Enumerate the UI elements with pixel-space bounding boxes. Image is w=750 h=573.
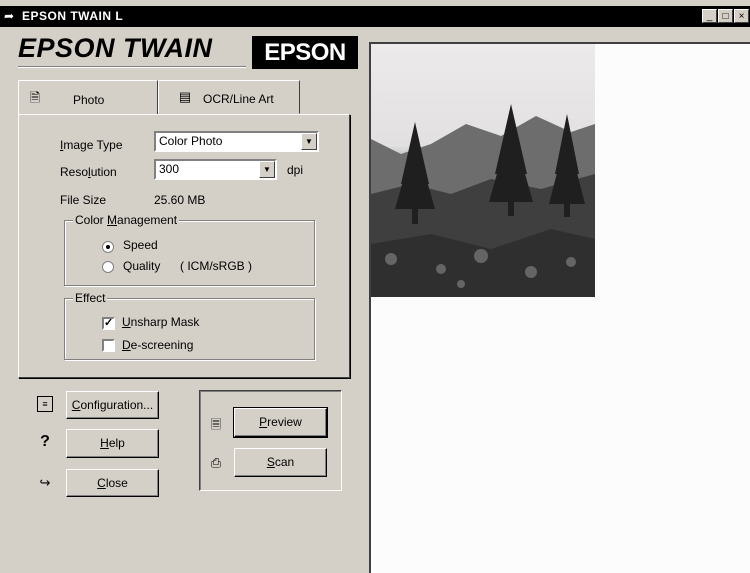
epson-logo: EPSON [252,36,358,69]
image-type-value: Color Photo [159,134,223,148]
scan-actions-frame: 🗏 Preview ⎙ Scan [199,390,342,491]
configuration-button[interactable]: Configuration... [66,391,159,419]
window-title: EPSON TWAIN L [22,9,124,23]
tab-ocr-line-art[interactable]: ▤ OCR/Line Art [158,80,300,114]
maximize-button[interactable]: □ [718,9,733,23]
speed-label: Speed [123,238,158,252]
effect-title: Effect [73,291,108,305]
resolution-label: Resolution [60,165,117,179]
title-bar[interactable]: ➦ EPSON TWAIN L _ □ × [0,6,750,27]
file-size-label: File Size [60,193,107,207]
scan-button[interactable]: Scan [234,448,327,477]
resolution-select[interactable]: 300 ▼ [154,159,277,180]
radio-dot [106,245,110,249]
effect-group: Effect ✓ Unsharp Mask De-screening [64,291,315,360]
unsharp-mask-checkbox[interactable]: ✓ [102,317,115,330]
de-screening-checkbox[interactable] [102,339,115,352]
color-management-group: Color Management Speed Quality ( ICM/sRG… [64,213,315,286]
scanner-icon: ⎙ [210,455,222,470]
help-icon: ? [40,433,50,450]
preview-image[interactable] [371,44,595,297]
configuration-icon: ≡ [37,396,53,412]
quality-icm-note: ( ICM/sRGB ) [180,259,252,273]
landscape-preview-picture [371,104,595,297]
close-button[interactable]: Close [66,469,159,497]
close-door-icon: ↪ [39,475,51,490]
photo-settings-panel: Image Type Color Photo ▼ Resolution 300 … [18,114,350,378]
help-button[interactable]: Help [66,429,159,458]
chevron-down-icon[interactable]: ▼ [259,161,275,178]
resolution-unit: dpi [287,163,304,177]
preview-button[interactable]: Preview [233,407,328,438]
title-divider [18,66,246,68]
de-screening-label: De-screening [122,338,194,352]
speed-radio[interactable] [102,241,114,253]
product-title: EPSON TWAIN [18,33,213,63]
ocr-icon: ▤ [178,89,192,104]
tab-photo[interactable]: 🗎 Photo [18,80,158,116]
close-window-button[interactable]: × [734,9,749,23]
photo-icon: 🗎 [29,90,41,105]
image-type-label: Image Type [60,138,123,152]
color-management-title: Color Management [73,213,180,227]
preview-area[interactable] [369,42,750,573]
file-size-value: 25.60 MB [154,193,206,207]
document-icon: 🗏 [210,417,222,432]
tab-photo-label: Photo [73,93,105,107]
tab-ocr-label: OCR/Line Art [203,92,274,106]
quality-radio[interactable] [102,261,114,273]
resolution-value: 300 [159,162,180,176]
chevron-down-icon[interactable]: ▼ [301,133,317,150]
quality-label: Quality [123,259,161,273]
unsharp-mask-label: Unsharp Mask [122,315,200,329]
app-icon: ➦ [4,9,15,23]
epson-twain-window: ➦ EPSON TWAIN L _ □ × EPSON TWAIN EPSON [0,0,750,573]
minimize-button[interactable]: _ [702,9,717,23]
image-type-select[interactable]: Color Photo ▼ [154,131,319,152]
